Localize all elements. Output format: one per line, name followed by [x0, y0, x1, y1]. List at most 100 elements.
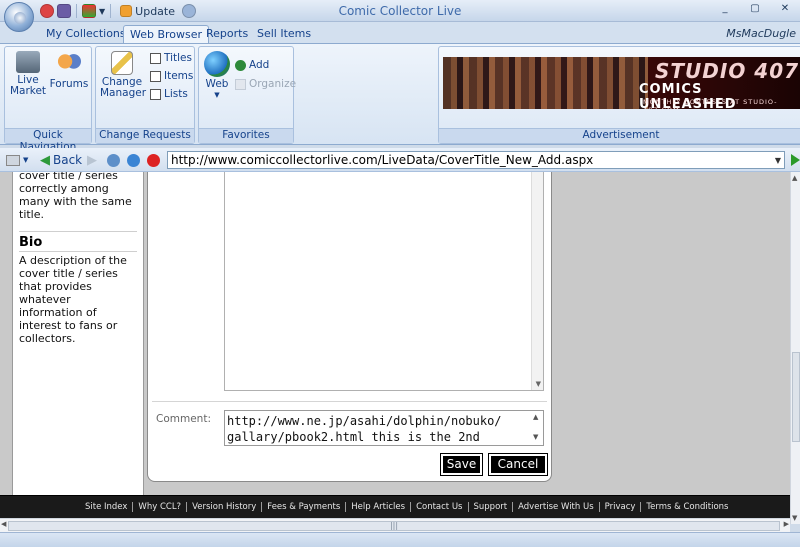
maximize-button[interactable]: ▢ [740, 0, 770, 18]
footer-link-site-index[interactable]: Site Index [80, 502, 134, 512]
bio-text: A description of the cover title / serie… [19, 254, 127, 345]
quick-access-toolbar: ▼ Update [40, 2, 196, 20]
ribbon-tabs: My Collections Web Browser Reports Sell … [0, 22, 800, 44]
cancel-button[interactable]: Cancel [488, 453, 548, 476]
status-bar [0, 532, 800, 547]
tab-sell-items[interactable]: Sell Items [251, 25, 317, 44]
help-icon[interactable] [182, 4, 196, 18]
back-arrow-icon: ◀ [40, 152, 50, 168]
shield-icon[interactable] [82, 4, 96, 18]
comment-label: Comment: [156, 413, 211, 425]
users-icon [56, 51, 82, 77]
close-button[interactable]: ✕ [770, 0, 800, 18]
print-dropdown-icon: ▼ [23, 156, 29, 164]
bio-textarea-scrollbar[interactable]: ▼ [531, 172, 543, 390]
comment-scroll-up-icon[interactable]: ▲ [533, 413, 538, 421]
scroll-left-icon[interactable]: ◀ [1, 520, 6, 528]
page-scroll-up-icon[interactable]: ▲ [792, 174, 797, 182]
print-button[interactable]: ▼ [6, 152, 28, 168]
orb-icon [14, 12, 26, 24]
change-manager-button[interactable]: Change Manager [100, 51, 147, 99]
footer-link-contact-us[interactable]: Contact Us [411, 502, 469, 512]
scroll-down-icon[interactable]: ▼ [536, 380, 541, 388]
go-icon[interactable] [791, 154, 800, 166]
user-name: MsMacDugle [726, 27, 796, 40]
change-manager-label: Change Manager [100, 76, 147, 99]
footer-link-terms[interactable]: Terms & Conditions [641, 502, 733, 512]
footer-link-fees-payments[interactable]: Fees & Payments [262, 502, 347, 512]
organize-favorites-button[interactable]: Organize [235, 78, 296, 90]
live-market-label: Live Market [9, 74, 47, 97]
footer-link-version-history[interactable]: Version History [187, 502, 263, 512]
add-favorite-button[interactable]: Add [235, 59, 269, 71]
update-button[interactable]: Update [116, 4, 179, 19]
home-button[interactable] [107, 152, 120, 168]
forums-label: Forums [49, 78, 89, 90]
ad-subline: MONTHLY CONTESTS AT STUDIO-407.COM [643, 98, 778, 109]
footer-link-privacy[interactable]: Privacy [600, 502, 642, 512]
app-orb-button[interactable] [4, 2, 34, 32]
home-icon [107, 153, 120, 167]
advertisement-label: Advertisement [439, 128, 800, 143]
bio-textarea[interactable]: ▼ [224, 172, 544, 391]
forward-button[interactable]: ▶ [87, 152, 97, 168]
form-divider [152, 401, 547, 402]
live-market-button[interactable]: Live Market [9, 51, 47, 97]
url-text: http://www.comiccollectorlive.com/LiveDa… [171, 153, 594, 167]
web-label: Web [205, 78, 229, 90]
add-icon [235, 59, 246, 71]
page-scroll-down-icon[interactable]: ▼ [792, 514, 797, 522]
tab-web-browser[interactable]: Web Browser [123, 25, 210, 44]
tab-reports[interactable]: Reports [200, 25, 254, 44]
refresh-button[interactable] [127, 152, 140, 168]
bio-heading: Bio [19, 231, 137, 252]
web-dropdown-icon: ▼ [214, 91, 220, 99]
back-button[interactable]: ◀ Back [40, 152, 82, 168]
footer-link-why-ccl[interactable]: Why CCL? [133, 502, 188, 512]
comment-textarea[interactable]: http://www.ne.jp/asahi/dolphin/nobuko/ g… [224, 410, 544, 446]
book-icon[interactable] [57, 4, 71, 18]
edit-icon [111, 51, 133, 75]
add-label: Add [249, 59, 270, 71]
ad-logo: STUDIO 407 [655, 59, 800, 83]
advertisement-banner[interactable]: STUDIO 407 COMICS UNLEASHED MONTHLY CONT… [443, 57, 800, 109]
settings-icon[interactable] [40, 4, 54, 18]
footer-link-help-articles[interactable]: Help Articles [346, 502, 412, 512]
footer-link-support[interactable]: Support [469, 502, 514, 512]
items-label: Items [164, 70, 194, 82]
minimize-button[interactable]: _ [710, 0, 740, 18]
horizontal-scroll-thumb[interactable]: ||| [8, 521, 780, 531]
url-field[interactable]: http://www.comiccollectorlive.com/LiveDa… [167, 151, 785, 169]
save-button[interactable]: Save [440, 453, 483, 476]
lists-button[interactable]: Lists [150, 88, 188, 100]
help-panel: cover title / series correctly among man… [12, 172, 144, 495]
forums-button[interactable]: Forums [49, 51, 89, 90]
web-page-content: cover title / series correctly among man… [0, 172, 790, 495]
tab-my-collections[interactable]: My Collections [40, 25, 132, 44]
scroll-right-icon[interactable]: ▶ [784, 520, 789, 528]
web-button[interactable]: Web ▼ [202, 51, 232, 101]
stop-button[interactable] [147, 152, 160, 168]
window-controls: _ ▢ ✕ [710, 0, 800, 18]
footer-link-advertise[interactable]: Advertise With Us [513, 502, 600, 512]
items-button[interactable]: Items [150, 70, 193, 82]
forward-arrow-icon: ▶ [87, 152, 97, 168]
page-horizontal-scrollbar[interactable]: ◀ ||| ▶ [0, 518, 790, 532]
site-footer: Site Index Why CCL? Version History Fees… [0, 495, 790, 518]
qat-dropdown-icon[interactable]: ▼ [99, 7, 105, 16]
qat-separator [76, 4, 77, 18]
page-vertical-scrollbar[interactable]: ▲ ▼ [790, 172, 800, 524]
favorites-group: Web ▼ Add Organize Favorites [198, 46, 296, 144]
help-intro-text: cover title / series correctly among man… [19, 172, 132, 221]
page-scroll-thumb[interactable] [792, 352, 800, 442]
url-dropdown-icon[interactable]: ▼ [775, 153, 781, 168]
print-icon [6, 154, 20, 166]
items-icon [150, 70, 161, 82]
change-requests-group: Change Manager Titles Items Lists Change… [95, 46, 195, 144]
cover-title-form: ▼ Comment: http://www.ne.jp/asahi/dolphi… [147, 172, 552, 482]
comment-scroll-down-icon[interactable]: ▼ [533, 433, 538, 441]
footer-links: Site Index Why CCL? Version History Fees… [80, 502, 733, 512]
back-label: Back [53, 153, 83, 167]
quick-navigation-group: Live Market Forums Quick Navigation [4, 46, 92, 153]
titles-button[interactable]: Titles [150, 52, 192, 64]
